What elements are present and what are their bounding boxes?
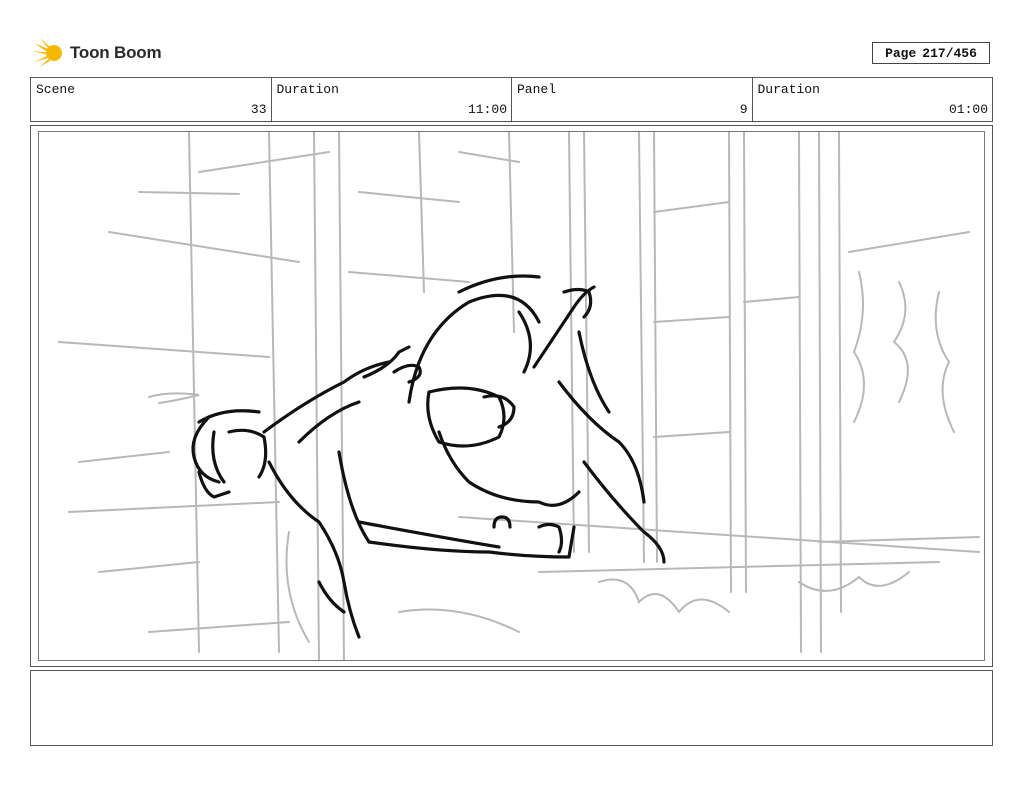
panel-duration-label: Duration — [757, 82, 820, 97]
toon-boom-burst-icon — [32, 38, 62, 67]
scene-duration-label: Duration — [276, 82, 339, 97]
storyboard-panel — [38, 131, 985, 661]
panel-label: Panel — [517, 82, 557, 97]
scene-value: 33 — [250, 102, 267, 117]
background-sketch — [58, 132, 980, 660]
scene-label: Scene — [36, 82, 76, 97]
panel-value: 9 — [739, 102, 748, 117]
storyboard-sketch — [58, 132, 980, 660]
page-counter: Page 217/456 — [872, 42, 990, 64]
page-label: Page — [885, 45, 917, 61]
page-value: 217/456 — [922, 45, 977, 61]
panel-duration-value: 01:00 — [948, 102, 988, 117]
scene-info-row: Scene 33 Duration 11:00 Panel 9 Duration… — [30, 77, 993, 122]
scene-duration-cell: Duration 11:00 — [272, 78, 512, 121]
panel-duration-cell: Duration 01:00 — [753, 78, 993, 121]
brand-name: Toon Boom — [70, 43, 162, 62]
scene-cell: Scene 33 — [31, 78, 272, 121]
toon-boom-logo: Toon Boom — [32, 36, 162, 70]
scene-duration-value: 11:00 — [467, 102, 507, 117]
panel-cell: Panel 9 — [512, 78, 753, 121]
panel-notes-box — [30, 670, 993, 746]
storyboard-panel-frame — [30, 125, 993, 667]
foreground-figures — [191, 274, 666, 639]
